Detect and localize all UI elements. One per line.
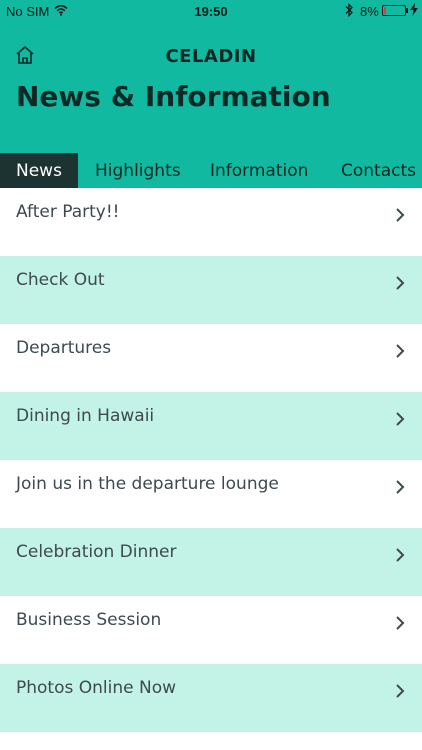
tab-bar: News Highlights Information Contacts bbox=[0, 153, 422, 188]
list-item[interactable]: After Party!! bbox=[0, 188, 422, 256]
clock-time: 19:50 bbox=[194, 4, 228, 19]
list-item-label: Celebration Dinner bbox=[16, 542, 177, 562]
list-item-label: Dining in Hawaii bbox=[16, 406, 155, 426]
list-item[interactable]: Business Session bbox=[0, 596, 422, 664]
page-title: News & Information bbox=[16, 80, 331, 113]
chevron-right-icon bbox=[396, 344, 405, 358]
tab-information[interactable]: Information bbox=[210, 153, 308, 188]
list-item-label: Join us in the departure lounge bbox=[16, 474, 279, 494]
list-item-label: After Party!! bbox=[16, 202, 120, 222]
chevron-right-icon bbox=[396, 616, 405, 630]
app-header: No SIM 19:50 8% CELADIN News & Informati… bbox=[0, 0, 422, 188]
list-item[interactable]: Dining in Hawaii bbox=[0, 392, 422, 460]
list-item[interactable]: Departures bbox=[0, 324, 422, 392]
list-item-label: Photos Online Now bbox=[16, 678, 177, 698]
tab-contacts[interactable]: Contacts bbox=[341, 153, 416, 188]
brand-logo-text: CELADIN bbox=[165, 46, 257, 67]
battery-percent: 8% bbox=[360, 4, 379, 19]
list-item[interactable]: Photos Online Now bbox=[0, 664, 422, 732]
chevron-right-icon bbox=[396, 480, 405, 494]
status-bar: No SIM 19:50 8% bbox=[0, 0, 422, 22]
chevron-right-icon bbox=[396, 412, 405, 426]
list-item[interactable]: Check Out bbox=[0, 256, 422, 324]
chevron-right-icon bbox=[396, 684, 405, 698]
tab-news[interactable]: News bbox=[0, 153, 78, 188]
news-list: After Party!! Check Out Departures Dinin… bbox=[0, 188, 422, 732]
chevron-right-icon bbox=[396, 276, 405, 290]
battery-icon bbox=[382, 5, 406, 16]
chevron-right-icon bbox=[396, 208, 405, 222]
bluetooth-icon bbox=[345, 3, 353, 17]
list-item-label: Business Session bbox=[16, 610, 162, 630]
charging-icon bbox=[410, 3, 418, 16]
tab-highlights[interactable]: Highlights bbox=[95, 153, 181, 188]
battery-level-fill bbox=[384, 7, 386, 14]
list-item-label: Check Out bbox=[16, 270, 105, 290]
list-item[interactable]: Celebration Dinner bbox=[0, 528, 422, 596]
list-item-label: Departures bbox=[16, 338, 112, 358]
battery-cap bbox=[406, 8, 408, 13]
chevron-right-icon bbox=[396, 548, 405, 562]
list-item[interactable]: Join us in the departure lounge bbox=[0, 460, 422, 528]
